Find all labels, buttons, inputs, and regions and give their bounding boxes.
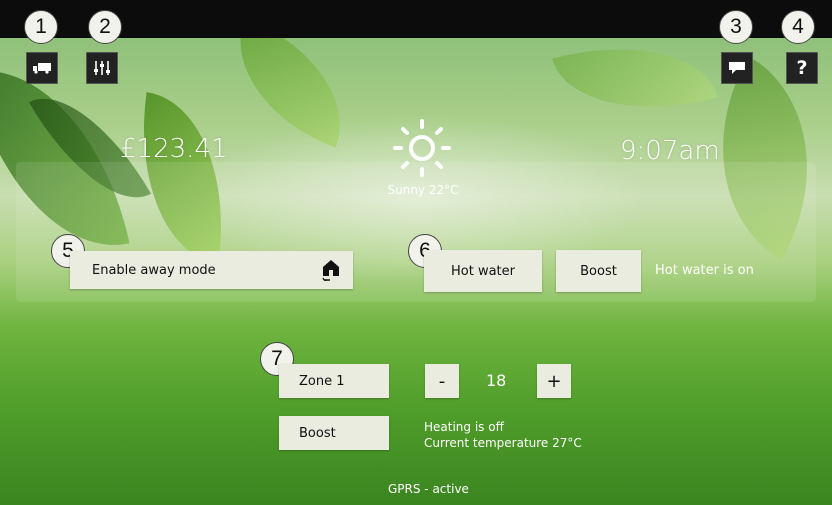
hot-water-button[interactable]: Hot water — [424, 250, 542, 292]
background-leaf — [213, 38, 367, 148]
zone-label: Zone 1 — [299, 373, 345, 389]
callout-3: 3 — [719, 10, 753, 44]
callout-4: 4 — [781, 10, 815, 44]
hot-water-label: Hot water — [451, 263, 515, 279]
help-button[interactable]: ? — [786, 52, 818, 84]
weather-label: Sunny 22°C — [387, 183, 459, 197]
zone-select-button[interactable]: Zone 1 — [279, 364, 389, 398]
away-mode-label: Enable away mode — [92, 262, 216, 278]
sliders-icon — [93, 60, 111, 76]
help-icon: ? — [796, 57, 808, 79]
heating-boost-label: Boost — [299, 425, 336, 441]
target-temperature: 18 — [486, 371, 507, 390]
current-time: 9:07am — [620, 136, 720, 166]
current-temperature: Current temperature 27°C — [424, 436, 582, 450]
house-icon — [321, 258, 341, 286]
top-bar — [0, 0, 832, 38]
truck-button[interactable] — [26, 52, 58, 84]
callout-1: 1 — [24, 10, 58, 44]
truck-icon — [32, 62, 52, 74]
balance-amount: £123.41 — [120, 134, 228, 164]
away-mode-button[interactable]: Enable away mode — [70, 251, 353, 289]
sun-icon — [388, 116, 456, 186]
heating-status: Heating is off — [424, 420, 504, 434]
connection-status: GPRS - active — [388, 482, 469, 496]
increase-temperature-button[interactable]: + — [537, 364, 571, 398]
hot-water-boost-label: Boost — [580, 263, 617, 279]
decrease-temperature-button[interactable]: - — [425, 364, 459, 398]
messages-button[interactable] — [721, 52, 753, 84]
callout-2: 2 — [88, 10, 122, 44]
heating-boost-button[interactable]: Boost — [279, 416, 389, 450]
background-leaf — [552, 38, 718, 137]
settings-button[interactable] — [86, 52, 118, 84]
hot-water-status: Hot water is on — [655, 263, 754, 278]
message-icon — [728, 61, 746, 75]
hot-water-boost-button[interactable]: Boost — [556, 250, 641, 292]
